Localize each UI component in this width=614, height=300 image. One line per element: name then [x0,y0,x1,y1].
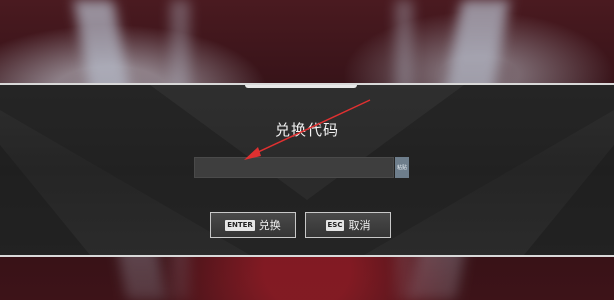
redeem-button[interactable]: ENTER 兑换 [210,212,296,238]
redeem-code-input[interactable] [194,157,394,178]
esc-key-badge: ESC [325,219,345,231]
dialog-top-notch [245,85,357,88]
dialog-title: 兑换代码 [274,121,339,139]
redeem-code-dialog: 兑换代码 粘贴 ENTER 兑换 ESC 取消 [0,83,614,257]
enter-key-badge: ENTER [225,219,255,231]
redeem-button-label: 兑换 [258,219,281,232]
cancel-button[interactable]: ESC 取消 [305,212,391,238]
paste-button[interactable]: 粘贴 [395,157,409,178]
cancel-button-label: 取消 [348,219,371,232]
